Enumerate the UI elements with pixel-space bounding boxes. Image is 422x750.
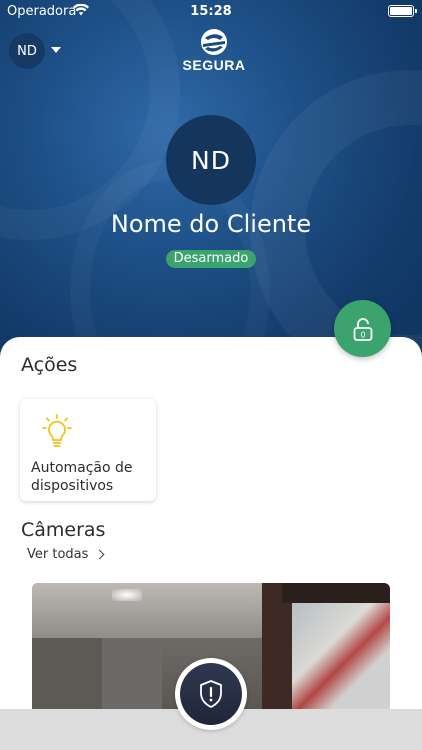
alert-button-inner: [180, 663, 242, 725]
chevron-right-icon: [94, 549, 105, 560]
arm-lock-button[interactable]: 0: [334, 300, 391, 357]
cameras-title: Câmeras: [21, 519, 106, 541]
actions-title: Ações: [21, 354, 78, 376]
status-bar: Operadora 15:28: [0, 0, 422, 22]
battery-icon: [388, 5, 417, 17]
camera-scene: [32, 638, 102, 713]
camera-scene: [32, 583, 282, 638]
profile-avatar: ND: [166, 115, 256, 205]
clock: 15:28: [190, 4, 232, 19]
status-badge: Desarmado: [166, 250, 256, 268]
camera-scene: [112, 589, 142, 601]
lock-code: 0: [360, 330, 365, 339]
unlock-icon: 0: [353, 317, 372, 341]
camera-scene: [102, 643, 162, 713]
camera-scene: [282, 583, 390, 603]
shield-alert-icon: [200, 680, 222, 708]
client-name: Nome do Cliente: [110, 210, 312, 238]
see-all-cameras-link[interactable]: Ver todas: [27, 547, 105, 562]
lightbulb-icon: [42, 414, 72, 447]
automation-card[interactable]: Automação de dispositivos: [20, 399, 156, 501]
account-avatar[interactable]: ND: [9, 33, 45, 69]
see-all-label: Ver todas: [27, 547, 89, 562]
automation-label: Automação de dispositivos: [31, 460, 133, 494]
panic-alert-button[interactable]: [175, 658, 247, 730]
chevron-down-icon[interactable]: [51, 47, 61, 53]
camera-scene: [292, 598, 390, 713]
brand-name: SEGURA: [182, 57, 246, 73]
